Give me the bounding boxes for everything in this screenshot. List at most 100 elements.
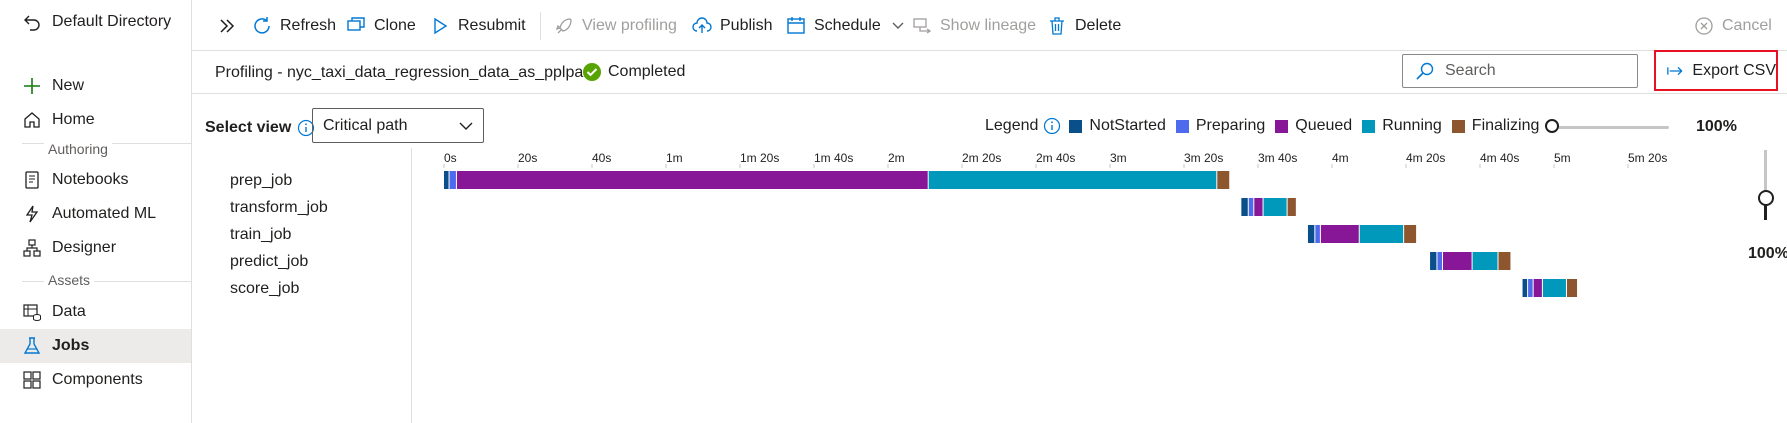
legend-label: Finalizing bbox=[1471, 117, 1540, 134]
tick-label: 1m 20s bbox=[740, 151, 779, 165]
export-arrow-icon bbox=[1667, 66, 1683, 75]
export-csv-button[interactable]: Export CSV bbox=[1654, 50, 1778, 91]
legend-title-text: Legend bbox=[985, 117, 1039, 134]
segment-running-train-job[interactable] bbox=[1359, 225, 1404, 243]
legend-swatch bbox=[1069, 119, 1083, 133]
segment-queued-score-job[interactable] bbox=[1533, 279, 1542, 297]
plus-icon bbox=[24, 78, 40, 94]
sidebar-item-jobs[interactable]: Jobs bbox=[0, 329, 191, 363]
calendar-icon bbox=[787, 17, 805, 34]
tick-label: 4m 40s bbox=[1480, 151, 1519, 165]
home-icon bbox=[24, 112, 40, 128]
search-box[interactable] bbox=[1402, 54, 1638, 88]
vertical-zoom-value: 100% bbox=[1748, 245, 1787, 262]
tick-label: 3m bbox=[1110, 151, 1127, 165]
directory-back-link[interactable]: Default Directory bbox=[0, 5, 191, 39]
segment-queued-train-job[interactable] bbox=[1320, 225, 1359, 243]
schedule-label: Schedule bbox=[814, 17, 881, 34]
segment-queued-prep-job[interactable] bbox=[456, 171, 928, 189]
segment-preparing-train-job[interactable] bbox=[1315, 225, 1320, 243]
publish-button[interactable]: Publish bbox=[692, 13, 772, 39]
job-label-score[interactable]: score_job bbox=[230, 280, 299, 298]
flask-icon bbox=[23, 337, 41, 354]
segment-running-prep-job[interactable] bbox=[928, 171, 1217, 189]
timeline-chart: 0s 20s 40s 1m 1m 20s 1m 40s 2m 2m 20s 2m 40s 3m 3m… bbox=[443, 151, 1667, 297]
tick-label: 1m 40s bbox=[814, 151, 853, 165]
segment-preparing-prep-job[interactable] bbox=[449, 171, 456, 189]
tick-label: 20s bbox=[518, 151, 537, 165]
cancel-button[interactable]: Cancel bbox=[1694, 13, 1772, 39]
sidebar-item-automated-ml[interactable]: Automated ML bbox=[0, 197, 191, 231]
vertical-zoom-slider[interactable] bbox=[1754, 150, 1778, 220]
legend-label: Queued bbox=[1295, 117, 1353, 134]
sidebar-item-home[interactable]: Home bbox=[0, 103, 191, 137]
segment-running-transform-job[interactable] bbox=[1263, 198, 1287, 216]
view-select-dropdown[interactable]: Critical path bbox=[312, 108, 484, 143]
info-icon[interactable] bbox=[1043, 117, 1061, 135]
segment-preparing-score-job[interactable] bbox=[1528, 279, 1533, 297]
segment-finalizing-predict-job[interactable] bbox=[1498, 252, 1511, 270]
schedule-dropdown[interactable]: Schedule bbox=[786, 13, 905, 39]
segment-preparing-predict-job[interactable] bbox=[1437, 252, 1442, 270]
sidebar-item-label: Components bbox=[52, 371, 143, 388]
chevron-down-icon bbox=[892, 22, 904, 29]
show-lineage-button[interactable]: Show lineage bbox=[912, 13, 1036, 39]
command-bar: Refresh Clone Resubmit View profiling Pu… bbox=[192, 0, 1787, 51]
segment-finalizing-prep-job[interactable] bbox=[1217, 171, 1230, 189]
segment-notstarted-score-job[interactable] bbox=[1522, 279, 1528, 297]
page-title: Profiling - nyc_taxi_data_regression_dat… bbox=[215, 64, 598, 81]
slider-thumb[interactable] bbox=[1545, 119, 1559, 133]
segment-notstarted-prep-job[interactable] bbox=[444, 171, 449, 189]
search-input[interactable] bbox=[1443, 61, 1627, 81]
horizontal-zoom-slider[interactable] bbox=[1545, 117, 1670, 137]
sidebar-item-notebooks[interactable]: Notebooks bbox=[0, 163, 191, 197]
sidebar-item-components[interactable]: Components bbox=[0, 363, 191, 397]
segment-queued-predict-job[interactable] bbox=[1443, 252, 1472, 270]
sidebar-item-new[interactable]: New bbox=[0, 69, 191, 103]
legend-item-finalizing: Finalizing bbox=[1451, 117, 1540, 135]
slider-thumb[interactable] bbox=[1758, 190, 1774, 206]
view-profiling-button[interactable]: View profiling bbox=[554, 13, 677, 39]
tick-label: 4m bbox=[1332, 151, 1349, 165]
profiling-header: Profiling - nyc_taxi_data_regression_dat… bbox=[192, 50, 1787, 94]
delete-button[interactable]: Delete bbox=[1047, 13, 1121, 39]
segment-notstarted-transform-job[interactable] bbox=[1241, 198, 1248, 216]
job-label-transform[interactable]: transform_job bbox=[230, 199, 328, 217]
select-view-text: Select view bbox=[205, 119, 292, 136]
view-select-value: Critical path bbox=[323, 116, 408, 134]
segment-finalizing-score-job[interactable] bbox=[1566, 279, 1578, 297]
job-label-predict[interactable]: predict_job bbox=[230, 253, 308, 271]
status-badge: Completed bbox=[582, 62, 685, 82]
legend-swatch bbox=[1275, 119, 1289, 133]
sidebar-item-data[interactable]: Data bbox=[0, 295, 191, 329]
sidebar-item-label: Notebooks bbox=[52, 171, 129, 188]
play-icon bbox=[434, 17, 448, 35]
legend-item-notstarted: NotStarted bbox=[1069, 117, 1166, 135]
segment-notstarted-train-job[interactable] bbox=[1307, 225, 1315, 243]
segment-queued-transform-job[interactable] bbox=[1254, 198, 1263, 216]
sidebar-item-designer[interactable]: Designer bbox=[0, 231, 191, 265]
legend-item-running: Running bbox=[1362, 117, 1442, 135]
job-label-train[interactable]: train_job bbox=[230, 226, 291, 244]
expand-button[interactable] bbox=[217, 13, 245, 39]
tick-label: 1m bbox=[666, 151, 683, 165]
segment-preparing-transform-job[interactable] bbox=[1248, 198, 1254, 216]
resubmit-button[interactable]: Resubmit bbox=[430, 13, 526, 39]
segment-running-predict-job[interactable] bbox=[1472, 252, 1498, 270]
trash-icon bbox=[1050, 17, 1064, 35]
sidebar-item-label: Automated ML bbox=[52, 205, 157, 222]
segment-finalizing-transform-job[interactable] bbox=[1287, 198, 1296, 216]
segment-running-score-job[interactable] bbox=[1542, 279, 1566, 297]
resubmit-label: Resubmit bbox=[458, 17, 526, 34]
clone-button[interactable]: Clone bbox=[346, 13, 416, 39]
tick-label: 3m 40s bbox=[1258, 151, 1297, 165]
refresh-button[interactable]: Refresh bbox=[252, 13, 336, 39]
legend-swatch bbox=[1362, 119, 1376, 133]
directory-label: Default Directory bbox=[52, 13, 172, 30]
job-label-prep[interactable]: prep_job bbox=[230, 172, 292, 190]
segment-finalizing-train-job[interactable] bbox=[1404, 225, 1417, 243]
segment-notstarted-predict-job[interactable] bbox=[1430, 252, 1437, 270]
export-csv-label: Export CSV bbox=[1692, 61, 1776, 79]
clone-icon bbox=[347, 17, 365, 31]
section-label-authoring: Authoring bbox=[44, 141, 112, 157]
